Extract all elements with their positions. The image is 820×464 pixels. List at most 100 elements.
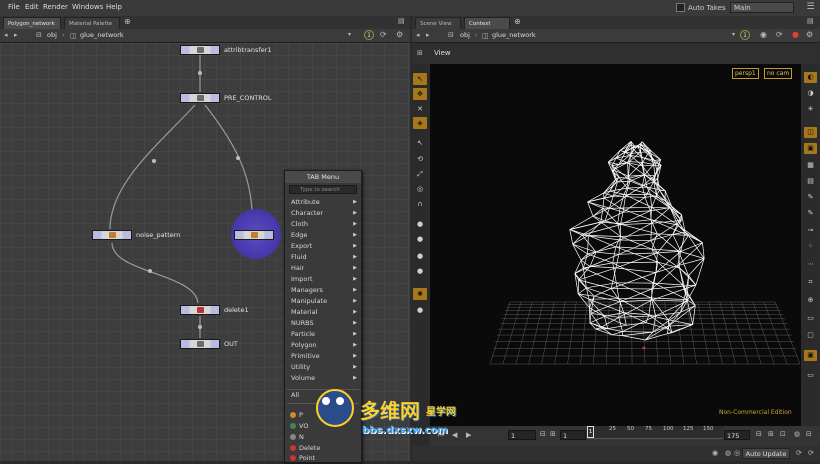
link-icon[interactable]: ⟳ (380, 30, 387, 39)
tab-menu-item-edge[interactable]: Edge▶ (285, 230, 361, 241)
camera-tool-icon[interactable]: ● (413, 304, 427, 316)
camera-frame-icon[interactable]: ▢ (804, 330, 817, 341)
take-select[interactable]: Main (730, 2, 794, 13)
render-region-icon[interactable]: ▭ (804, 370, 817, 381)
handle-tool-icon[interactable]: ✕ (413, 103, 427, 115)
points-icon[interactable]: ⁘ (804, 241, 817, 252)
tab-menu-item-cloth[interactable]: Cloth▶ (285, 219, 361, 230)
tab-menu-item-fluid[interactable]: Fluid▶ (285, 252, 361, 263)
step-icon[interactable]: ⊟ (540, 430, 546, 438)
path-node[interactable]: glue_network (492, 29, 536, 42)
node-noise-pattern[interactable] (92, 230, 132, 240)
settings-icon[interactable]: ⚙ (806, 30, 813, 39)
tab-scene-view[interactable]: Scene View (415, 17, 461, 29)
grid-icon[interactable]: ✎ (804, 192, 817, 203)
path-dropdown-icon[interactable]: ▾ (732, 31, 735, 38)
node-out[interactable] (180, 339, 220, 349)
record-icon[interactable]: ● (792, 30, 799, 39)
normals-icon[interactable]: ⊸ (804, 225, 817, 236)
audio-icon[interactable]: ◍ (794, 430, 800, 438)
ghost-icon[interactable]: ◑ (804, 88, 817, 99)
shading-icon[interactable]: ◫ (804, 127, 817, 138)
menu-help[interactable]: Help (106, 3, 122, 11)
perf-icon[interactable]: ◎ (734, 449, 740, 457)
brush-tool-icon[interactable]: ● (413, 218, 427, 230)
path-obj[interactable]: obj (460, 29, 470, 42)
tab-menu-item-import[interactable]: Import▶ (285, 274, 361, 285)
wireframe-icon[interactable]: ▣ (804, 143, 817, 154)
add-tab-icon[interactable]: ⊕ (514, 17, 521, 26)
tab-menu-item-polygon[interactable]: Polygon▶ (285, 340, 361, 351)
link-icon[interactable]: ⟳ (776, 30, 783, 39)
end-frame-field[interactable]: 175 (724, 430, 750, 440)
tab-material-palette[interactable]: Material Palette (64, 17, 120, 29)
key-icon[interactable]: ⊞ (768, 430, 774, 438)
tab-menu-item-managers[interactable]: Managers▶ (285, 285, 361, 296)
tab-menu-item-nurbs[interactable]: NURBS▶ (285, 318, 361, 329)
settings-icon[interactable]: ⚙ (396, 30, 403, 39)
add-tab-icon[interactable]: ⊕ (124, 17, 131, 26)
pane-menu-icon[interactable]: ▤ (398, 17, 405, 25)
node-pre-control[interactable] (180, 93, 220, 103)
select-tool-icon[interactable]: ↖ (413, 73, 427, 85)
timeline-settings-icon[interactable]: ⊟ (806, 430, 812, 438)
options-icon[interactable]: ☰ (805, 2, 816, 13)
display-icon[interactable]: ◉ (760, 30, 767, 39)
pose-tool-icon[interactable]: ◈ (413, 117, 427, 129)
comb-tool-icon[interactable]: ● (413, 265, 427, 277)
step-icon[interactable]: ⊞ (550, 430, 556, 438)
lights-icon[interactable]: ☀ (804, 104, 817, 115)
menu-file[interactable]: File (8, 3, 20, 11)
scale-tool-icon[interactable]: ⤢ (413, 168, 427, 180)
rotate-tool-icon[interactable]: ⟲ (413, 153, 427, 165)
cache-icon[interactable]: ◉ (712, 449, 718, 457)
menu-edit[interactable]: Edit (25, 3, 39, 11)
menu-windows[interactable]: Windows (72, 3, 103, 11)
transform-tool-icon[interactable]: ✥ (413, 88, 427, 100)
path-obj[interactable]: obj (47, 29, 57, 42)
tab-menu-search[interactable]: Type to search (289, 185, 357, 194)
key-icon[interactable]: ⊟ (756, 430, 762, 438)
tab-menu-item-material[interactable]: Material▶ (285, 307, 361, 318)
bg-icon[interactable]: ⊕ (804, 295, 817, 306)
forward-icon[interactable]: ▸ (14, 31, 18, 39)
auto-takes-toggle[interactable]: Auto Takes (676, 2, 726, 13)
pane-menu-icon[interactable]: ▤ (807, 17, 814, 25)
node-attribtransfer1[interactable] (180, 45, 220, 55)
uv-icon[interactable]: ⌗ (804, 277, 817, 288)
back-icon[interactable]: ◂ (416, 31, 420, 39)
auto-takes-checkbox[interactable] (676, 3, 685, 12)
tab-menu-item-export[interactable]: Export▶ (285, 241, 361, 252)
auto-update-select[interactable]: Auto Update (742, 448, 790, 459)
magnet-icon[interactable]: ∩ (413, 198, 427, 210)
tab-menu-item-manipulate[interactable]: Manipulate▶ (285, 296, 361, 307)
node-delete1[interactable] (180, 305, 220, 315)
tab-menu-item-character[interactable]: Character▶ (285, 208, 361, 219)
tab-menu-item-primitive[interactable]: Primitive▶ (285, 351, 361, 362)
pin-button[interactable]: 1 (364, 30, 374, 40)
path-node[interactable]: glue_network (80, 29, 124, 42)
update-icon[interactable]: ⟳ (808, 449, 814, 457)
message-icon[interactable]: ◍ (725, 449, 731, 457)
sculpt-tool-icon[interactable]: ● (413, 250, 427, 262)
snap-grid-icon[interactable]: ✎ (804, 208, 817, 219)
realtime-icon[interactable]: ⊡ (780, 430, 786, 438)
start-frame-field[interactable]: 1 (508, 430, 536, 440)
snapshot-icon[interactable]: ▣ (804, 350, 817, 361)
tab-menu-item-volume[interactable]: Volume▶ (285, 373, 361, 384)
tab-menu-item-particle[interactable]: Particle▶ (285, 329, 361, 340)
paint-tool-icon[interactable]: ● (413, 233, 427, 245)
path-dropdown-icon[interactable]: ▾ (348, 31, 351, 38)
forward-icon[interactable]: ▸ (426, 31, 430, 39)
template-icon[interactable]: ▦ (804, 160, 817, 171)
node-selected[interactable] (234, 230, 274, 240)
select-points-icon[interactable]: ↖ (413, 137, 427, 149)
time-slider[interactable]: 1 25 50 75 100 125 150 (587, 426, 723, 439)
tab-polygon-network[interactable]: Polygon_network (3, 17, 61, 29)
tab-context-view[interactable]: Context View (464, 17, 510, 29)
tab-menu-item-hair[interactable]: Hair▶ (285, 263, 361, 274)
viewport[interactable]: persp1 no cam Non-Commercial Edition (430, 64, 801, 426)
tab-menu-point[interactable]: Point (285, 453, 361, 464)
update-icon[interactable]: ⟳ (796, 449, 802, 457)
display-opts-icon[interactable]: ▤ (804, 176, 817, 187)
